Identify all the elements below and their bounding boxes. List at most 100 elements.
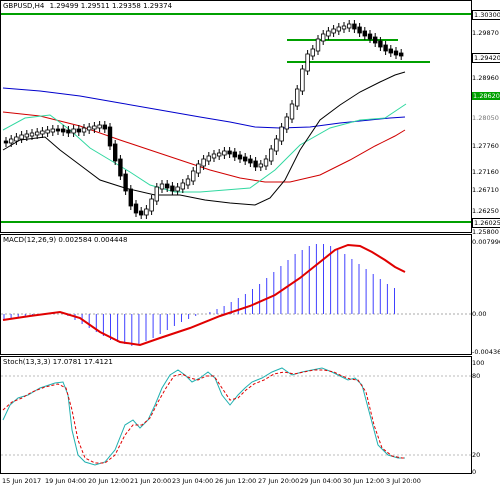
candle-body [326, 30, 331, 37]
ohlc-values: 1.29499 1.29511 1.29358 1.29374 [49, 2, 173, 10]
candle-body [40, 130, 45, 135]
time-label: 21 Jun 20:00 [130, 477, 172, 485]
ma-black-line [2, 71, 406, 206]
candle-body [388, 48, 393, 54]
candle-body [123, 173, 128, 192]
candle-body [294, 88, 300, 107]
candle-body [216, 152, 222, 157]
candle-body [227, 150, 232, 155]
candle-body [133, 203, 139, 214]
candle-body [45, 129, 50, 134]
candle-body [300, 68, 305, 92]
candle-body [211, 153, 217, 159]
time-label: 19 Jun 04:00 [45, 477, 87, 485]
candle-body [50, 128, 55, 133]
candle-body [274, 138, 279, 152]
stoch-title: Stoch(13,3,3) 17.0781 17.4121 [3, 358, 113, 366]
time-label: 26 Jun 12:00 [215, 477, 257, 485]
candle-body [102, 124, 107, 130]
candle-body [279, 126, 284, 142]
stoch-axis-label: 80 [472, 372, 481, 380]
candle-body [242, 156, 248, 162]
macd-histogram [3, 244, 395, 346]
candle-body [138, 210, 144, 216]
candle-body [81, 127, 87, 133]
candle-body [180, 182, 185, 190]
candle-body [66, 129, 71, 134]
candle-body [71, 128, 76, 134]
candle-body [190, 170, 196, 182]
candle-body [196, 163, 201, 174]
candle-body [3, 140, 9, 144]
main-price-panel [0, 0, 472, 233]
symbol-label: GBPUSD,H4 [3, 2, 45, 10]
main-chart-header: GBPUSD,H4 1.29499 1.29511 1.29358 1.2937… [3, 2, 172, 11]
candle-body [253, 160, 258, 168]
time-label: 27 Jun 20:00 [258, 477, 300, 485]
candle-body [237, 154, 243, 160]
candle-body [92, 125, 97, 130]
candle-body [378, 40, 383, 48]
candle-body [310, 48, 315, 57]
candle-body [55, 128, 61, 132]
candle-body [336, 26, 341, 32]
candle-body [24, 133, 29, 138]
candle-body [398, 52, 404, 57]
time-label: 15 Jun 2017 [2, 477, 42, 485]
price-label: 1.26710 [472, 186, 499, 194]
candle-body [222, 150, 227, 156]
price-label: 1.26025 [472, 218, 500, 228]
price-label: 1.26250 [472, 207, 499, 215]
time-label: 30 Jun 12:00 [343, 477, 385, 485]
stoch-axis-label: 0 [472, 468, 477, 476]
candle-body [357, 26, 362, 34]
stoch-axis-label: 20 [472, 451, 481, 459]
candle-body [61, 128, 66, 133]
candle-body [367, 33, 373, 40]
candle-body [346, 23, 352, 29]
time-label: 20 Jun 12:00 [88, 477, 130, 485]
time-label: 23 Jun 04:00 [172, 477, 214, 485]
stoch-panel [0, 356, 472, 474]
candle-body [383, 44, 388, 52]
candle-body [263, 158, 269, 167]
candle-body [113, 143, 118, 162]
candle-body [14, 136, 19, 142]
macd-panel [0, 234, 472, 355]
candle-body [164, 183, 170, 189]
macd-axis-label: 0.007996 [472, 238, 500, 246]
price-label: 1.30300 [472, 10, 500, 20]
candle-body [35, 131, 40, 136]
price-label: 1.27160 [472, 168, 499, 176]
candle-body [372, 36, 378, 44]
stoch-main-line [2, 367, 405, 466]
price-label: 1.29420 [472, 53, 500, 63]
macd-axis-label: 0.00 [472, 310, 487, 318]
chart-canvas [0, 0, 472, 474]
ma-teal-line [2, 103, 407, 193]
candle-body [315, 38, 321, 52]
candle-body [87, 126, 92, 131]
candle-body [154, 186, 159, 202]
candle-body [289, 103, 295, 120]
candle-body [320, 33, 326, 42]
candle-body [144, 208, 149, 216]
price-label: 1.28050 [472, 114, 499, 122]
candle-body [118, 158, 123, 177]
candle-body [128, 188, 133, 207]
candle-body [175, 186, 180, 192]
candle-body [393, 50, 399, 56]
candle-body [149, 198, 154, 212]
candle-body [29, 132, 35, 137]
support-resistance-lines[interactable] [1, 13, 471, 223]
macd-title: MACD(12,26,9) 0.002584 0.004448 [3, 236, 128, 244]
candle-body [268, 148, 274, 162]
candle-body [159, 183, 165, 190]
candle-body [362, 30, 367, 37]
candle-body [19, 134, 24, 140]
candle-body [232, 151, 237, 158]
macd-axis-label: -0.004366 [472, 348, 500, 356]
candle-body [8, 138, 14, 144]
candle-body [76, 128, 81, 133]
time-label: 29 Jun 04:00 [300, 477, 342, 485]
